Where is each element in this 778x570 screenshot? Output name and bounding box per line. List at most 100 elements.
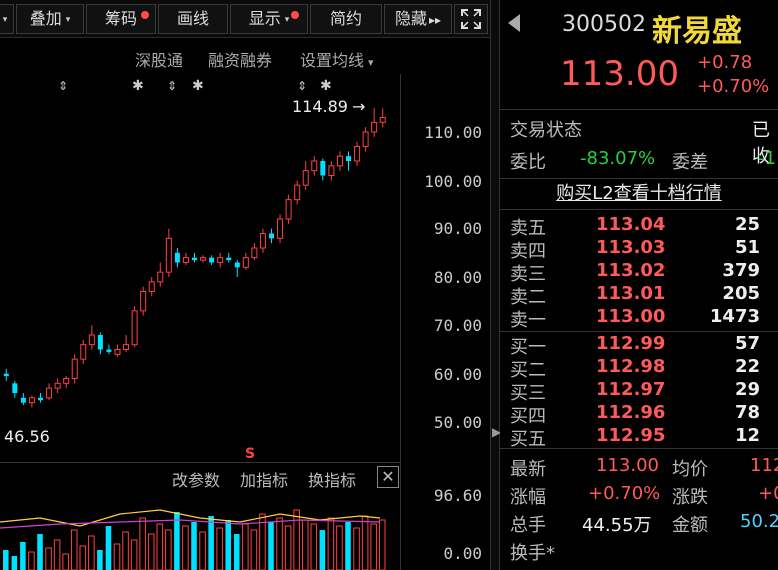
quote-header: 300502 新易盛 113.00 +0.78 +0.70% [500,0,778,110]
candle-body [20,397,26,403]
bid-row: 买二 112.98 22 [500,356,778,381]
simple-label: 简约 [329,9,362,28]
volume-chart[interactable] [0,492,400,570]
ask-volume: 25 [734,214,760,235]
double-arrow-icon: ▸▸ [428,13,442,27]
volume-axis: 96.60 0.00 [400,466,490,570]
volume-bar [242,523,249,570]
change-pct-value: +0.70% [588,483,661,504]
order-ratio-value: -83.07% [580,148,656,169]
candle-body [200,257,207,261]
volume-bar [165,529,172,570]
candle-body [140,291,147,312]
latest-label: 最新 [510,459,546,480]
high-price-label: 114.89 [292,97,348,116]
switch-indicator-button[interactable]: 换指标 [308,467,356,491]
stats-row-latest: 最新 113.00 均价 112 [500,453,778,481]
candle-body [174,252,180,263]
close-icon[interactable]: ✕ [377,466,399,488]
bid-price: 112.95 [596,425,666,446]
candle-body [354,146,361,162]
hide-button[interactable]: 隐藏 ▸▸ [384,4,452,34]
candle-body [165,237,172,273]
margin-trading-link[interactable]: 融资融券 [208,47,272,71]
menu-button[interactable]: ▾ [0,4,14,34]
candlestick-chart[interactable]: ⇕ ✱ ⇕ ✱ ⇕ ✱ 114.89 → 46.56 S [0,74,400,466]
volume-bar [301,519,309,570]
candle-body [302,170,309,186]
volume-bar [122,531,129,570]
ma-settings-link[interactable]: 设置均线 ▾ [300,47,374,71]
ask-volume: 205 [722,283,760,304]
volume-tick-top: 96.60 [433,486,482,505]
volume-bar [276,517,283,570]
order-ratio-label: 委比 [510,152,546,173]
bid-price: 112.98 [596,356,666,377]
candle-body [346,156,351,161]
price-change-percent: +0.70% [697,76,770,97]
volume-bar [105,526,112,570]
candle-body [97,335,103,350]
display-label: 显示 [248,9,281,28]
bid-row: 买四 112.96 78 [500,402,778,427]
volume-bar [250,529,258,570]
candle-body [157,271,164,283]
total-volume-value: 44.55万 [582,515,652,536]
low-price-label: 46.56 [4,427,50,446]
chips-button[interactable]: 筹码 [86,4,156,34]
candle-body [362,131,369,147]
price-change: +0.78 [697,52,753,73]
indicator-toolbar: 改参数 加指标 换指标 ✕ [0,462,400,492]
candle-body [311,160,318,172]
ask-price: 113.04 [596,214,666,235]
candle-body [234,262,240,268]
latest-value: 113.00 [596,455,659,476]
bid-price: 112.97 [596,379,666,400]
change-value: +0 [758,483,778,504]
shgt-link[interactable]: 深股通 [135,47,183,71]
bid-volume: 29 [734,379,760,400]
volume-bar [97,550,103,570]
ask-row: 卖四 113.03 51 [500,237,778,262]
back-arrow-icon[interactable] [508,14,520,32]
event-marker-icon: ⇕ [58,79,68,93]
volume-bar [45,547,52,570]
ask-row: 卖五 113.04 25 [500,214,778,239]
bid-volume: 22 [734,356,760,377]
volume-bar [310,523,318,570]
volume-bar [11,556,18,570]
order-diff-label: 委差 [672,152,708,173]
candle-body [80,344,87,360]
candle-body [336,155,343,167]
event-marker-icon: ✱ [132,78,144,94]
draw-line-button[interactable]: 画线 [158,4,228,34]
candle-body [328,165,335,177]
volume-bar [62,553,69,570]
price-tick: 100.00 [424,172,482,191]
volume-bar [336,525,343,570]
chevron-down-icon: ▾ [65,15,71,25]
avg-price-label: 均价 [672,459,708,480]
volume-bar [225,520,231,570]
display-button[interactable]: 显示 ▾ [230,4,308,34]
candle-body [63,378,70,384]
chips-label: 筹码 [104,9,137,28]
volume-bar [327,517,335,570]
notification-dot-icon [141,11,149,19]
volume-bar [147,533,155,570]
candle-body [209,257,215,263]
candle-body [114,349,121,355]
change-params-button[interactable]: 改参数 [172,467,220,491]
fullscreen-button[interactable] [454,4,488,34]
add-indicator-button[interactable]: 加指标 [240,467,288,491]
buy-l2-link[interactable]: 购买L2查看十档行情 [500,178,778,210]
pane-divider[interactable]: ▶ [490,0,501,570]
candle-body [285,199,292,220]
overlay-label: 叠加 [29,9,62,28]
overlay-button[interactable]: 叠加 ▾ [16,4,84,34]
simple-button[interactable]: 简约 [310,4,382,34]
high-arrow-icon: → [352,97,365,116]
chevron-down-icon: ▾ [368,56,374,69]
candle-body [148,281,155,292]
volume-bar [79,545,87,570]
